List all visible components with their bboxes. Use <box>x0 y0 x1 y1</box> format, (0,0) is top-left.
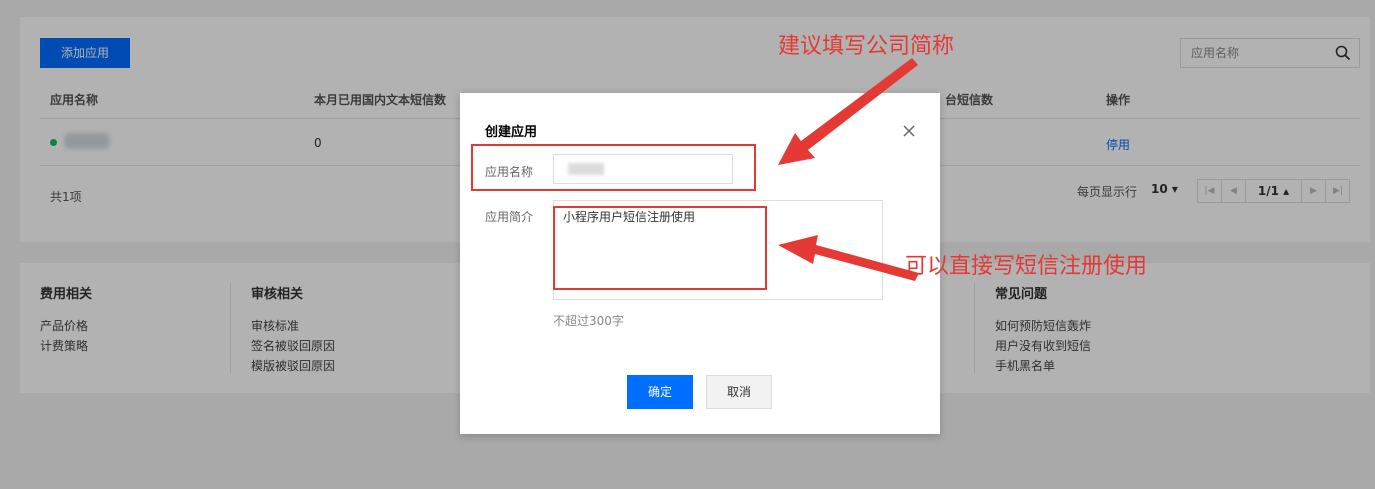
desc-length-hint: 不超过300字 <box>553 314 624 328</box>
annotation-top-note: 建议填写公司简称 <box>778 34 955 59</box>
cancel-button[interactable]: 取消 <box>706 375 772 409</box>
app-desc-label: 应用简介 <box>485 210 534 224</box>
dialog-title: 创建应用 <box>485 125 538 140</box>
annotation-bottom-note: 可以直接写短信注册使用 <box>905 254 1148 279</box>
annotation-box-app-desc <box>553 206 767 290</box>
confirm-button[interactable]: 确定 <box>627 375 693 409</box>
close-icon[interactable] <box>902 124 916 138</box>
annotation-box-app-name <box>471 144 756 191</box>
